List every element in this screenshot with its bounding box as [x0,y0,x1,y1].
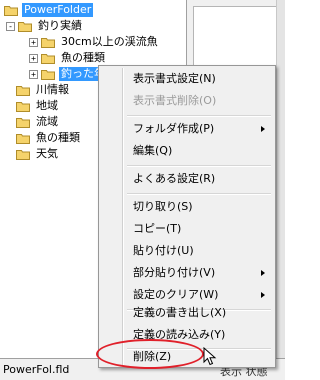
menu-item-label: 部分貼り付け(V) [133,266,216,279]
tree-item-fishing-record[interactable]: - 釣り実績 [6,18,84,34]
menu-item-label: よくある設定(R) [133,172,216,185]
menu-item-label: 表示書式設定(N) [133,72,216,85]
tree-item-region[interactable]: 地域 [16,98,60,114]
tree-item-weather[interactable]: 天気 [16,146,60,162]
folder-icon [41,37,55,48]
menu-item-partial-paste[interactable]: 部分貼り付け(V) [101,262,273,284]
menu-separator [127,115,271,117]
tree-item-label: 釣り実績 [38,19,82,32]
folder-icon [41,53,55,64]
menu-item-label: コピー(T) [133,222,182,235]
folder-icon [16,133,30,144]
menu-item-create-folder[interactable]: フォルダ作成(P) [101,118,273,140]
tree-item-label: 30cm以上の渓流魚 [61,35,158,48]
mouse-cursor-icon [203,347,217,366]
folder-icon [16,101,30,112]
folder-icon [16,117,30,128]
submenu-arrow-icon [261,126,265,132]
tree-item-30cm-trout[interactable]: + 30cm以上の渓流魚 [29,34,160,50]
tree-item-label: 川情報 [36,83,69,96]
tree-item-label: 魚の種類 [61,51,105,64]
tree-item-label: 地域 [36,99,58,112]
tree-item-river-info[interactable]: 川情報 [16,82,71,98]
tree-item-label: 流域 [36,115,58,128]
collapse-icon[interactable]: - [6,21,15,31]
expand-icon[interactable]: + [29,37,38,47]
tree-item-powerfolder[interactable]: PowerFolder [4,2,94,18]
menu-item-label: 貼り付け(U) [133,244,194,257]
menu-separator [127,165,271,167]
folder-open-icon [18,21,32,32]
folder-icon [41,69,55,80]
menu-item-export-definition[interactable]: 定義の書き出し(X) [101,302,273,324]
tree-item-label: PowerFolder [22,3,94,17]
app-window: PowerFolder - 釣り実績 + 30cm以上の渓流魚 + 魚の種類 +… [0,0,285,380]
expand-icon[interactable]: + [29,53,38,63]
menu-item-edit[interactable]: 編集(Q) [101,140,273,162]
menu-item-display-format[interactable]: 表示書式設定(N) [101,68,273,90]
menu-item-copy[interactable]: コピー(T) [101,218,273,240]
folder-icon [16,149,30,160]
menu-item-label: 表示書式削除(O) [133,94,217,107]
menu-item-label: 切り取り(S) [133,200,193,213]
vertical-scrollbar[interactable] [276,0,285,358]
context-menu: 表示書式設定(N) 表示書式削除(O) フォルダ作成(P) 編集(Q) よくある… [98,65,276,368]
tree-item-fish-type[interactable]: + 魚の種類 [29,50,107,66]
menu-item-common-settings[interactable]: よくある設定(R) [101,168,273,190]
menu-item-label: 定義の書き出し(X) [133,306,227,319]
tree-item-label: 天気 [36,147,58,160]
menu-item-label: フォルダ作成(P) [133,122,215,135]
annotation-highlight-ellipse [96,339,204,369]
folder-icon [16,85,30,96]
status-filename: PowerFol.fld [3,363,70,376]
submenu-arrow-icon [261,270,265,276]
tree-item-basin[interactable]: 流域 [16,114,60,130]
menu-separator [127,193,271,195]
expand-icon[interactable]: + [29,69,38,79]
menu-item-label: 編集(Q) [133,144,173,157]
menu-item-paste[interactable]: 貼り付け(U) [101,240,273,262]
submenu-arrow-icon [261,292,265,298]
menu-item-delete-display-format: 表示書式削除(O) [101,90,273,112]
tree-item-fish-species[interactable]: 魚の種類 [16,130,82,146]
menu-item-cut[interactable]: 切り取り(S) [101,196,273,218]
folder-icon [4,5,18,16]
tree-item-label: 魚の種類 [36,131,80,144]
